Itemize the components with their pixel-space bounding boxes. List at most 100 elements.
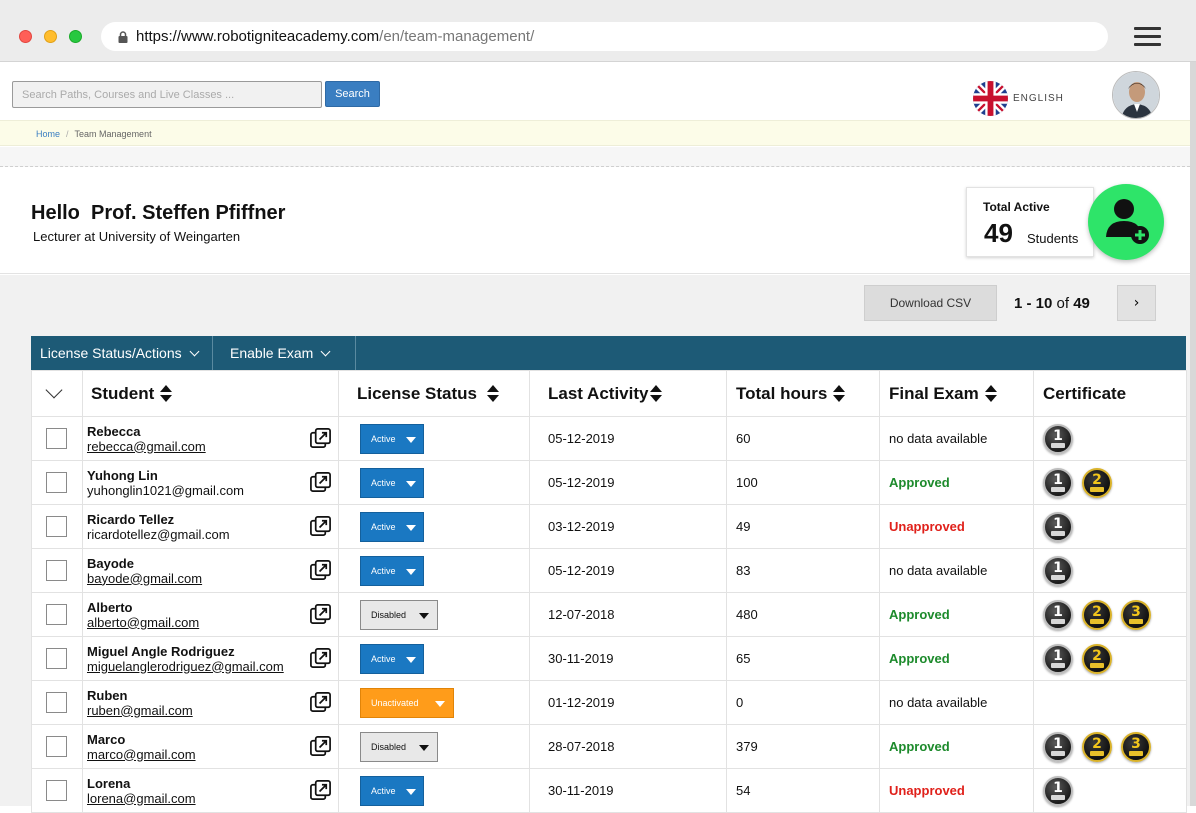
student-email[interactable]: alberto@gmail.com <box>87 615 338 630</box>
student-cell: Alberto alberto@gmail.com <box>82 592 339 637</box>
certificate-level-1-icon[interactable]: 1 <box>1043 467 1073 498</box>
address-bar[interactable]: https://www.robotigniteacademy.com/en/te… <box>101 22 1108 51</box>
row-checkbox[interactable] <box>46 692 67 713</box>
status-label: Active <box>371 565 396 576</box>
external-link-icon[interactable] <box>309 735 332 758</box>
minimize-window-dot[interactable] <box>44 30 57 43</box>
certificate-level-1-icon[interactable]: 1 <box>1043 511 1073 542</box>
search-input[interactable] <box>12 81 322 108</box>
avatar[interactable] <box>1112 71 1160 119</box>
row-checkbox[interactable] <box>46 560 67 581</box>
column-header-total-hours[interactable]: Total hours <box>726 370 880 417</box>
certificate-level-1-icon[interactable]: 1 <box>1043 423 1073 454</box>
download-csv-button[interactable]: Download CSV <box>864 285 997 321</box>
student-email[interactable]: ruben@gmail.com <box>87 703 338 718</box>
chevron-down-icon[interactable] <box>45 381 63 398</box>
sort-icon[interactable] <box>650 385 663 403</box>
license-status-cell: Active <box>338 636 530 681</box>
status-label: Unactivated <box>371 697 419 708</box>
external-link-icon[interactable] <box>309 471 332 494</box>
final-exam-cell: Approved <box>879 636 1034 681</box>
external-link-icon[interactable] <box>309 691 332 714</box>
hamburger-icon[interactable] <box>1134 27 1161 47</box>
table-header-row: Student License Status Last Activity Tot… <box>31 370 1187 417</box>
final-exam-cell: Approved <box>879 592 1034 637</box>
row-checkbox[interactable] <box>46 516 67 537</box>
site-header: Search ENGLISH <box>0 62 1190 120</box>
enable-exam-dropdown[interactable]: Enable Exam <box>214 336 356 370</box>
certificate-level-1-icon[interactable]: 1 <box>1043 555 1073 586</box>
row-checkbox[interactable] <box>46 736 67 757</box>
maximize-window-dot[interactable] <box>69 30 82 43</box>
license-status-actions-dropdown[interactable]: License Status/Actions <box>31 336 213 370</box>
external-link-icon[interactable] <box>309 779 332 802</box>
external-link-icon[interactable] <box>309 427 332 450</box>
certificate-level-1-icon[interactable]: 1 <box>1043 775 1073 806</box>
student-name: Alberto <box>87 599 133 615</box>
certificate-level-2-icon[interactable]: 2 <box>1082 643 1112 674</box>
close-window-dot[interactable] <box>19 30 32 43</box>
select-all-header[interactable] <box>31 370 83 417</box>
status-active-dropdown[interactable]: Active <box>360 643 424 674</box>
add-user-button[interactable] <box>1088 184 1164 260</box>
status-disabled-dropdown[interactable]: Disabled <box>360 731 438 762</box>
status-active-dropdown[interactable]: Active <box>360 423 424 454</box>
next-page-button[interactable]: › <box>1117 285 1156 321</box>
uk-flag-icon[interactable] <box>973 81 1008 116</box>
language-label[interactable]: ENGLISH <box>1013 93 1064 104</box>
status-active-dropdown[interactable]: Active <box>360 511 424 542</box>
certificate-level-1-icon[interactable]: 1 <box>1043 599 1073 630</box>
window-edge <box>1190 62 1196 806</box>
total-active-unit: Students <box>1027 231 1079 246</box>
status-active-dropdown[interactable]: Active <box>360 775 424 806</box>
student-email[interactable]: ricardotellez@gmail.com <box>87 527 338 542</box>
sort-icon[interactable] <box>487 385 499 403</box>
search-button[interactable]: Search <box>325 81 380 107</box>
certificate-level-2-icon[interactable]: 2 <box>1082 731 1112 762</box>
final-exam-cell: Approved <box>879 724 1034 769</box>
pagination-of: of <box>1056 295 1070 312</box>
certificate-level-1-icon[interactable]: 1 <box>1043 643 1073 674</box>
row-checkbox[interactable] <box>46 780 67 801</box>
column-header-license-status[interactable]: License Status <box>338 370 530 417</box>
student-email[interactable]: lorena@gmail.com <box>87 791 338 806</box>
student-email[interactable]: marco@gmail.com <box>87 747 338 762</box>
final-exam-value: no data available <box>889 695 988 710</box>
column-header-last-activity[interactable]: Last Activity <box>529 370 727 417</box>
certificate-level-1-icon[interactable]: 1 <box>1043 731 1073 762</box>
status-unactivated-dropdown[interactable]: Unactivated <box>360 687 454 718</box>
breadcrumb-home-link[interactable]: Home <box>36 129 60 139</box>
student-email[interactable]: yuhonglin1021@gmail.com <box>87 483 338 498</box>
certificate-cell <box>1033 680 1187 725</box>
student-email[interactable]: miguelanglerodriguez@gmail.com <box>87 659 338 674</box>
external-link-icon[interactable] <box>309 559 332 582</box>
student-email[interactable]: rebecca@gmail.com <box>87 439 338 454</box>
license-status-actions-label: License Status/Actions <box>40 345 182 361</box>
external-link-icon[interactable] <box>309 603 332 626</box>
certificate-level-3-icon[interactable]: 3 <box>1121 599 1151 630</box>
sort-icon[interactable] <box>160 385 173 403</box>
status-active-dropdown[interactable]: Active <box>360 467 424 498</box>
column-header-final-exam[interactable]: Final Exam <box>879 370 1034 417</box>
certificate-level-2-icon[interactable]: 2 <box>1082 467 1112 498</box>
license-status-cell: Unactivated <box>338 680 530 725</box>
certificate-level-3-icon[interactable]: 3 <box>1121 731 1151 762</box>
status-active-dropdown[interactable]: Active <box>360 555 424 586</box>
row-checkbox[interactable] <box>46 604 67 625</box>
external-link-icon[interactable] <box>309 647 332 670</box>
row-checkbox[interactable] <box>46 472 67 493</box>
final-exam-value: Approved <box>889 475 950 490</box>
certificate-level-2-icon[interactable]: 2 <box>1082 599 1112 630</box>
row-checkbox[interactable] <box>46 648 67 669</box>
student-name: Bayode <box>87 555 134 571</box>
student-email[interactable]: bayode@gmail.com <box>87 571 338 586</box>
column-header-label: Total hours <box>736 383 828 403</box>
status-disabled-dropdown[interactable]: Disabled <box>360 599 438 630</box>
sort-icon[interactable] <box>984 385 997 403</box>
row-checkbox[interactable] <box>46 428 67 449</box>
column-header-student[interactable]: Student <box>82 370 339 417</box>
final-exam-cell: Approved <box>879 460 1034 505</box>
external-link-icon[interactable] <box>309 515 332 538</box>
sort-icon[interactable] <box>833 385 846 403</box>
certificate-cell: 123 <box>1033 592 1187 637</box>
